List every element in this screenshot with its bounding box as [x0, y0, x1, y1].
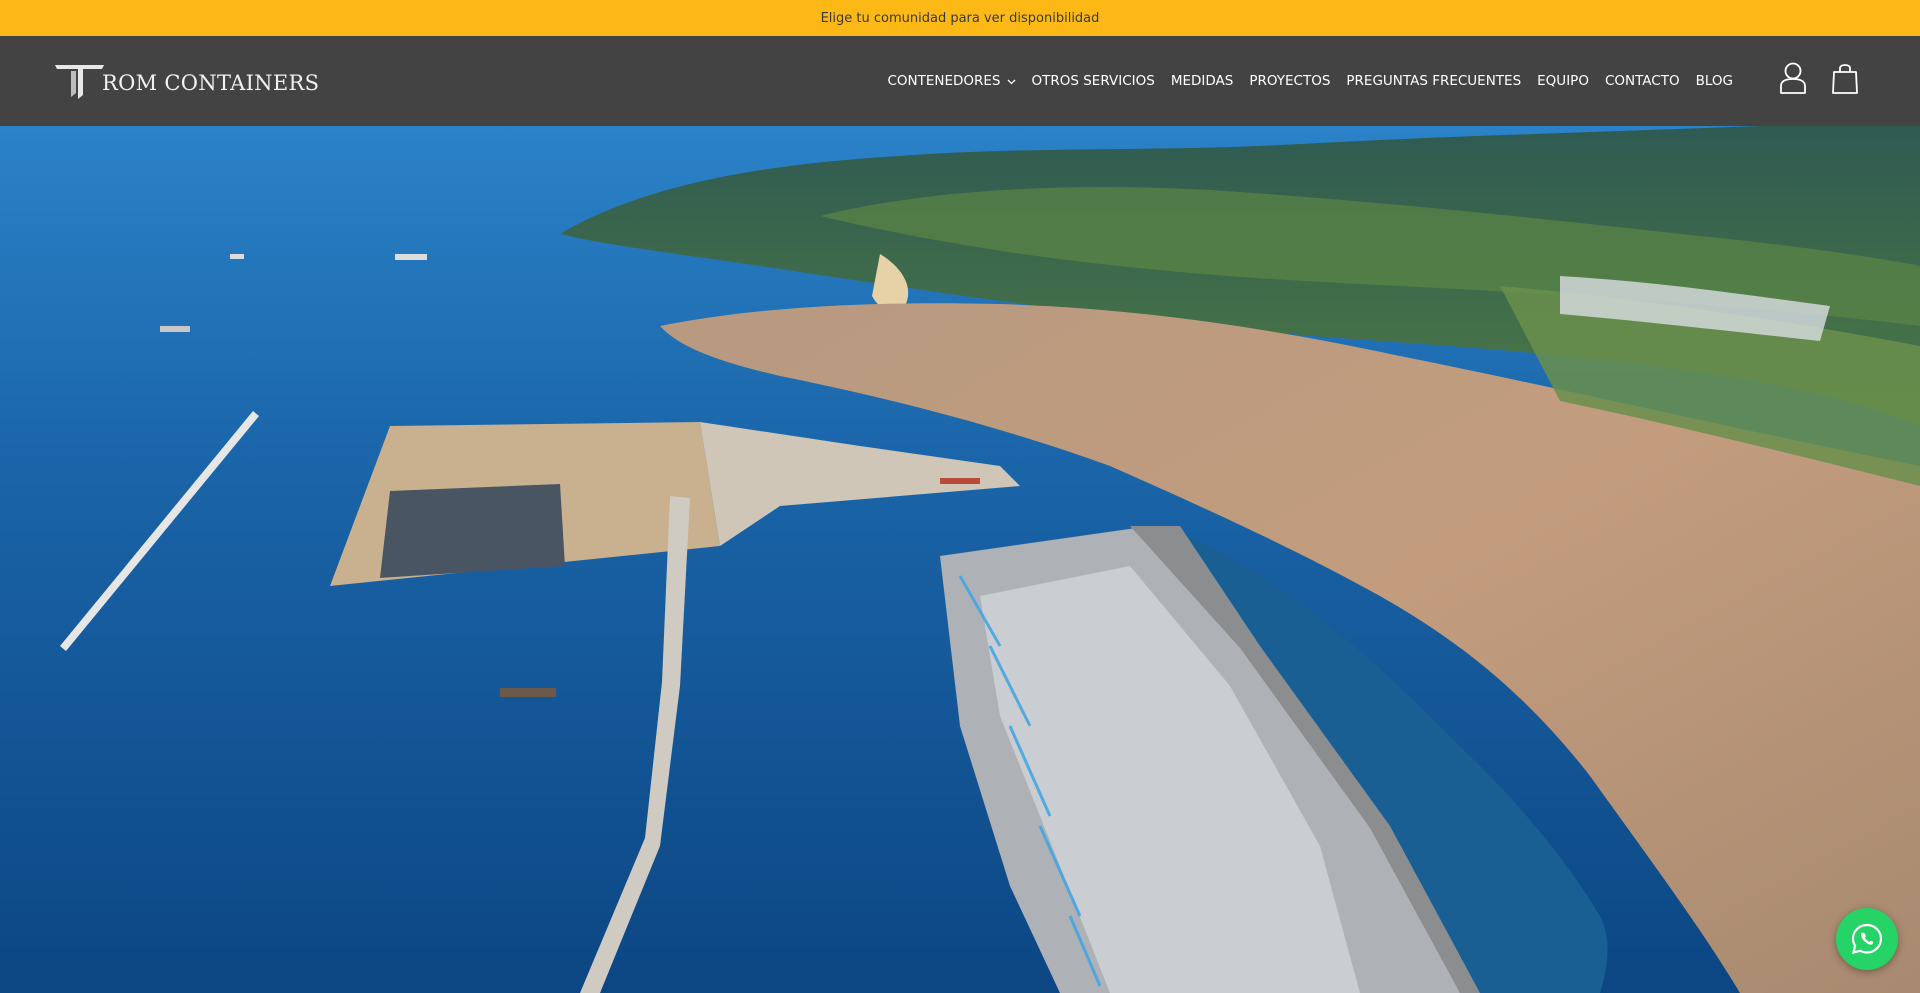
nav-blog[interactable]: BLOG — [1696, 73, 1733, 89]
nav-medidas[interactable]: MEDIDAS — [1171, 73, 1234, 89]
nav-label: EQUIPO — [1537, 73, 1589, 89]
nav-equipo[interactable]: EQUIPO — [1537, 73, 1589, 89]
hero-image — [0, 126, 1920, 993]
nav-label: CONTACTO — [1604, 73, 1680, 89]
nav-label: CONTENEDORES — [887, 73, 1001, 89]
shopping-bag-icon[interactable] — [1830, 61, 1860, 95]
nav-label: PROYECTOS — [1249, 73, 1331, 89]
user-icon[interactable] — [1778, 61, 1808, 95]
announcement-text[interactable]: Elige tu comunidad para ver disponibilid… — [821, 11, 1100, 26]
aerial-port-photo — [0, 126, 1920, 993]
nav-contacto[interactable]: CONTACTO — [1605, 73, 1680, 89]
header-actions — [1778, 61, 1860, 95]
nav-label: PREGUNTAS FRECUENTES — [1346, 73, 1522, 89]
nav-label: BLOG — [1695, 73, 1733, 89]
whatsapp-button[interactable] — [1836, 908, 1898, 970]
logo-text: ROM CONTAINERS — [102, 71, 320, 95]
announcement-bar[interactable]: Elige tu comunidad para ver disponibilid… — [0, 0, 1920, 36]
chevron-down-icon — [1007, 73, 1016, 89]
nav-otros-servicios[interactable]: OTROS SERVICIOS — [1032, 73, 1155, 89]
logo-mark — [55, 65, 104, 99]
brand-logo[interactable]: ROM CONTAINERS — [54, 62, 319, 100]
nav-label: OTROS SERVICIOS — [1031, 73, 1155, 89]
site-header: ROM CONTAINERS CONTENEDORES OTROS SERVIC… — [0, 36, 1920, 126]
whatsapp-icon — [1851, 923, 1883, 955]
nav-label: MEDIDAS — [1170, 73, 1234, 89]
nav-proyectos[interactable]: PROYECTOS — [1249, 73, 1330, 89]
main-nav: CONTENEDORES OTROS SERVICIOS MEDIDAS PRO… — [887, 36, 1733, 126]
nav-preguntas-frecuentes[interactable]: PREGUNTAS FRECUENTES — [1346, 73, 1521, 89]
nav-contenedores[interactable]: CONTENEDORES — [887, 73, 1015, 89]
